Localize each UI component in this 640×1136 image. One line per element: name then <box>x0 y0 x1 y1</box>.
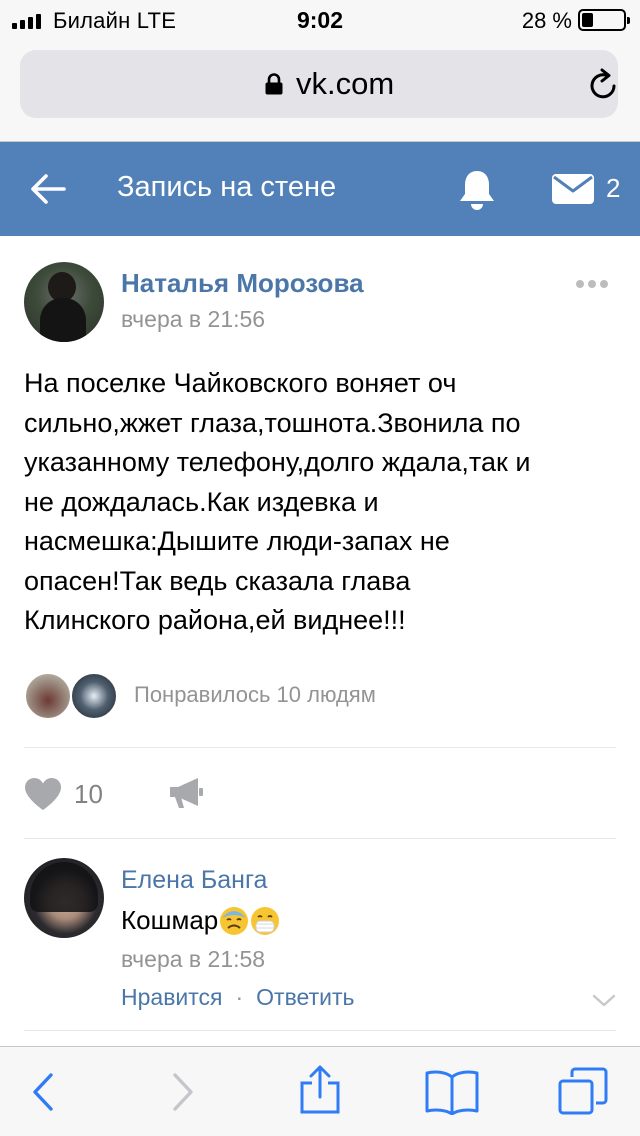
comment-text: Кошмар <box>121 905 280 936</box>
likes-summary: Понравилось 10 людям <box>134 682 376 707</box>
liker-avatar <box>70 672 118 720</box>
bell-icon[interactable] <box>458 168 496 210</box>
back-arrow-icon[interactable] <box>30 172 66 206</box>
like-button[interactable]: 10 <box>24 772 103 816</box>
post-author-name[interactable]: Наталья Морозова <box>121 268 364 299</box>
divider <box>24 747 616 748</box>
comment-reply-link[interactable]: Ответить <box>256 984 354 1011</box>
url-text: vk.com <box>296 66 395 101</box>
likers-row[interactable]: Понравилось 10 людям <box>24 672 624 720</box>
reload-icon[interactable] <box>586 68 620 102</box>
lock-icon <box>265 73 283 95</box>
like-count: 10 <box>74 778 103 809</box>
liker-avatar <box>24 672 72 720</box>
browser-toolbar <box>0 1046 640 1136</box>
commenter-avatar[interactable] <box>24 858 104 938</box>
divider <box>24 1030 616 1031</box>
battery-icon <box>578 9 630 31</box>
bookmarks-icon[interactable] <box>424 1069 480 1115</box>
comment-author-name[interactable]: Елена Банга <box>121 866 267 895</box>
post-text: На поселке Чайковского воняет оч сильно,… <box>24 368 531 635</box>
status-bar: Билайн LTE 9:02 28 % <box>0 0 640 40</box>
divider <box>24 838 616 839</box>
mask-face-icon <box>251 906 280 935</box>
address-bar[interactable]: vk.com <box>20 50 618 118</box>
heart-icon <box>25 778 61 810</box>
chevron-down-icon[interactable] <box>592 994 616 1008</box>
mail-icon <box>552 174 594 204</box>
page-title: Запись на стене <box>117 171 337 203</box>
megaphone-share-icon[interactable] <box>168 776 204 810</box>
tabs-icon[interactable] <box>558 1067 608 1117</box>
vk-header: Запись на стене 2 <box>0 142 640 236</box>
cold-sweat-face-icon <box>220 906 249 935</box>
more-options-icon[interactable] <box>576 280 608 288</box>
browser-address-area: vk.com <box>0 40 640 142</box>
battery-percent: 28 % <box>521 8 572 33</box>
back-icon[interactable] <box>30 1071 56 1113</box>
forward-icon[interactable] <box>170 1071 196 1113</box>
comment-actions: Нравится · Ответить <box>121 984 354 1011</box>
post-time: вчера в 21:56 <box>121 306 266 332</box>
share-icon[interactable] <box>298 1065 342 1115</box>
comment-text-body: Кошмар <box>121 905 219 935</box>
comment-like-link[interactable]: Нравится <box>121 984 223 1011</box>
comment-action-separator: · <box>235 984 244 1010</box>
comment-time: вчера в 21:58 <box>121 946 266 972</box>
messages-count: 2 <box>606 173 621 203</box>
author-avatar[interactable] <box>24 262 104 342</box>
